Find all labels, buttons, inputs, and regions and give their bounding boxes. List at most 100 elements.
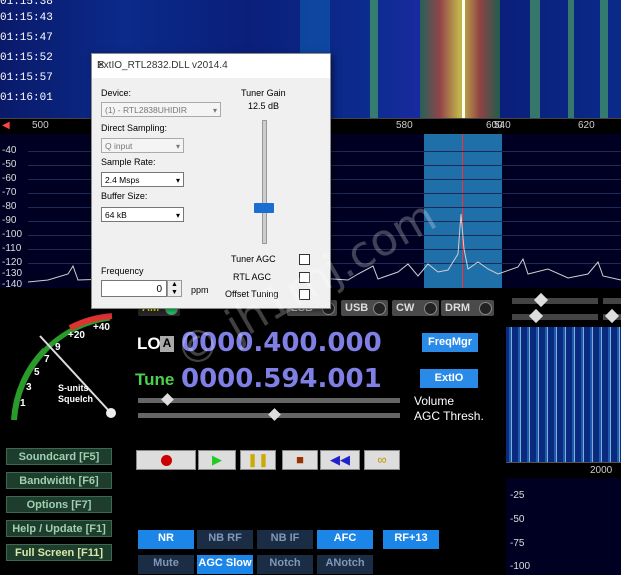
lo-label: LO [137, 334, 161, 353]
mode-indicator-icon [479, 302, 492, 315]
fullscreen-button[interactable]: Full Screen [F11] [6, 544, 112, 561]
frequency-spinner[interactable]: ▲ ▼ [167, 280, 182, 297]
waterfall-signal [420, 0, 500, 118]
options-button[interactable]: Options [F7] [6, 496, 112, 513]
direct-sampling-label: Direct Sampling: [101, 123, 168, 133]
audio-waterfall[interactable] [506, 327, 621, 462]
mode-drm-button[interactable]: DRM [441, 300, 494, 316]
db-label: -90 [2, 215, 17, 226]
db-label: -80 [2, 201, 17, 212]
soundcard-button[interactable]: Soundcard [F5] [6, 448, 112, 465]
db-label: -70 [2, 187, 17, 198]
waterfall-signal [530, 0, 540, 118]
frequency-correction-input[interactable]: 0 [101, 280, 167, 297]
tuner-gain-label: Tuner Gain [241, 88, 286, 98]
agc-slow-button[interactable]: AGC Slow [197, 555, 253, 574]
stop-icon: ■ [296, 452, 304, 467]
nb-rf-button[interactable]: NB RF [197, 530, 253, 549]
freqmgr-button[interactable]: FreqMgr [422, 333, 478, 352]
meter-scale: 3 [26, 382, 32, 393]
axis-label: 580 [396, 120, 413, 131]
meter-scale: +20 [68, 330, 85, 341]
nr-button[interactable]: NR [138, 530, 194, 549]
record-icon [160, 455, 172, 466]
sample-rate-select[interactable]: 2.4 Msps ▾ [101, 172, 184, 187]
slider-thumb[interactable] [604, 308, 620, 324]
meter-scale: 7 [44, 354, 50, 365]
bandwidth-button[interactable]: Bandwidth [F6] [6, 472, 112, 489]
meter-scale: 9 [55, 342, 61, 353]
db-label: -50 [510, 514, 525, 525]
axis-label: 600 [486, 120, 503, 131]
stop-button[interactable]: ■ [282, 450, 318, 470]
slider-track[interactable] [512, 314, 598, 320]
waterfall-signal [600, 0, 608, 118]
mode-indicator-icon [373, 302, 386, 315]
chevron-down-icon: ▾ [175, 142, 180, 151]
mode-indicator-icon [424, 302, 437, 315]
loop-icon: ∞ [377, 452, 387, 467]
agc-thresh-slider-thumb[interactable] [268, 408, 281, 421]
afc-button[interactable]: AFC [317, 530, 373, 549]
loop-button[interactable]: ∞ [364, 450, 400, 470]
waterfall-time: 01:16:01 [0, 92, 53, 104]
pause-button[interactable]: ❚❚ [240, 450, 276, 470]
frequency-label: Frequency [101, 266, 144, 276]
db-label: -130 [2, 268, 23, 279]
s-meter[interactable] [0, 300, 140, 430]
axis-arrow-icon[interactable]: ◀ [2, 120, 10, 131]
dialog-titlebar[interactable]: ExtIO_RTL2832.DLL v2014.4 ✕ [92, 54, 330, 78]
tuner-gain-value: 12.5 dB [248, 101, 280, 111]
nb-if-button[interactable]: NB IF [257, 530, 313, 549]
mute-button[interactable]: Mute [138, 555, 194, 574]
close-icon[interactable]: ✕ [97, 60, 324, 71]
slider-track[interactable] [512, 298, 598, 304]
ppm-label: ppm [191, 285, 209, 295]
audio-spectrum[interactable]: -25 -50 -75 -100 [506, 478, 621, 575]
buffer-size-label: Buffer Size: [101, 191, 148, 201]
axis-label: 620 [578, 120, 595, 131]
db-label: -140 [2, 279, 23, 288]
waterfall-time: 01:15:38 [0, 0, 53, 8]
tuner-gain-slider[interactable] [262, 120, 267, 244]
play-button[interactable]: ▶ [198, 450, 236, 470]
device-select[interactable]: (1) - RTL2838UHIDIR ▾ [101, 102, 221, 117]
agc-thresh-label: AGC Thresh. [414, 409, 484, 423]
rf13-button[interactable]: RF+13 [383, 530, 439, 549]
waterfall-time: 01:15:57 [0, 72, 53, 84]
volume-slider-thumb[interactable] [161, 393, 174, 406]
slider-thumb[interactable] [528, 308, 544, 324]
chevron-down-icon: ▾ [212, 106, 217, 115]
waterfall-time: 01:15:47 [0, 32, 53, 44]
waterfall-signal [370, 0, 378, 118]
notch-button[interactable]: Notch [257, 555, 313, 574]
meter-scale: 5 [34, 367, 40, 378]
help-update-button[interactable]: Help / Update [F1] [6, 520, 112, 537]
waterfall-time: 01:15:52 [0, 52, 53, 64]
anotch-button[interactable]: ANotch [317, 555, 373, 574]
db-label: -100 [2, 229, 23, 240]
sample-rate-label: Sample Rate: [101, 157, 156, 167]
meter-scale: +40 [93, 322, 110, 333]
buffer-size-select[interactable]: 64 kB ▾ [101, 207, 184, 222]
tuner-gain-thumb[interactable] [254, 203, 274, 213]
slider-thumb[interactable] [533, 292, 549, 308]
device-label: Device: [101, 88, 132, 98]
db-label: -100 [510, 561, 531, 572]
record-button[interactable] [136, 450, 196, 470]
rewind-button[interactable]: ◀◀ [320, 450, 360, 470]
waterfall-time: 01:15:43 [0, 12, 53, 24]
axis-label: 500 [32, 120, 49, 131]
db-label: -110 [2, 243, 22, 254]
direct-sampling-select[interactable]: Q input ▾ [101, 138, 184, 153]
tuner-agc-label: Tuner AGC [231, 254, 276, 264]
audio-axis: 2000 [506, 462, 621, 479]
chevron-down-icon: ▾ [175, 211, 180, 220]
mode-usb-button[interactable]: USB [341, 300, 388, 316]
db-label: -120 [2, 257, 23, 268]
db-label: -60 [2, 173, 17, 184]
volume-slider[interactable] [138, 398, 400, 403]
meter-scale: 1 [20, 398, 26, 409]
mode-cw-button[interactable]: CW [392, 300, 439, 316]
extio-button[interactable]: ExtIO [420, 369, 478, 388]
